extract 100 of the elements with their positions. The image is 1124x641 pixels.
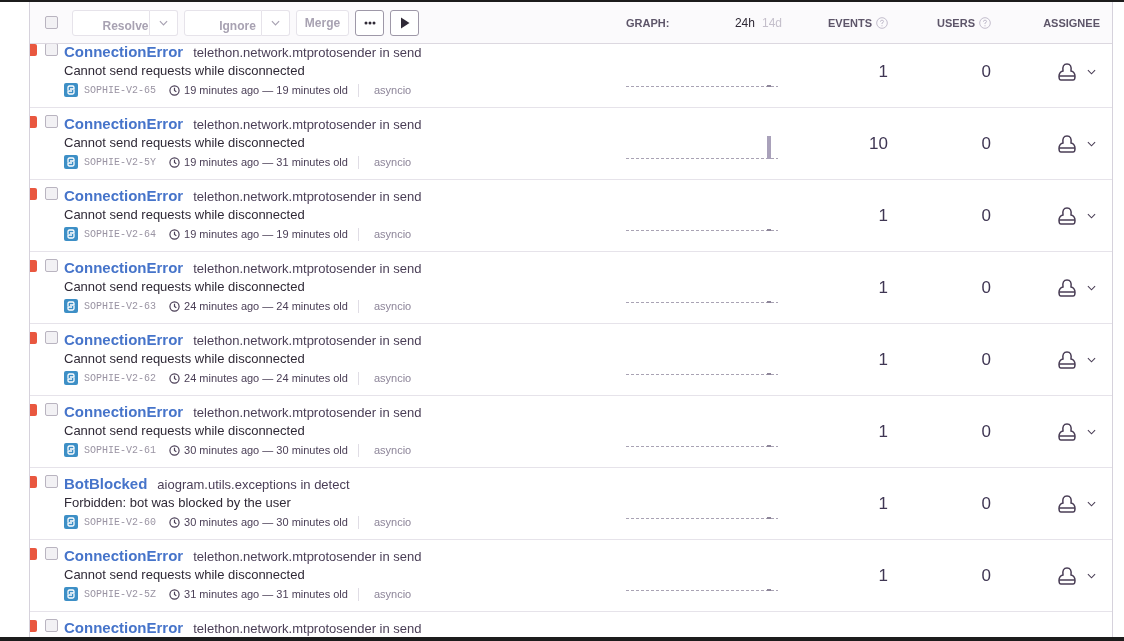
issue-tag: asyncio (373, 84, 412, 96)
row-checkbox[interactable] (45, 547, 58, 560)
column-header: EVENTS (828, 16, 872, 29)
issue-message: Forbidden: bot was blocked by the user (64, 495, 292, 510)
caret-icon (271, 19, 280, 26)
user-count: 0 (980, 205, 991, 226)
row-checkbox[interactable] (45, 187, 58, 200)
issue-time: 31 minutes ago — 31 minutes old (184, 588, 348, 600)
python-icon (64, 515, 78, 529)
issue-tag: asyncio (373, 156, 412, 168)
row-checkbox[interactable] (45, 115, 58, 128)
issue-time: 24 minutes ago — 24 minutes old (184, 300, 348, 312)
event-count: 1 (877, 277, 888, 298)
short-id: SOPHIE-V2-65 (84, 84, 156, 96)
row-checkbox[interactable] (45, 619, 58, 632)
issue-tag: asyncio (373, 444, 412, 456)
event-count: 10 (868, 133, 888, 154)
short-id: SOPHIE-V2-61 (84, 444, 156, 456)
issue-title[interactable]: ConnectionError (64, 259, 184, 276)
user-count: 0 (980, 133, 991, 154)
issue-culprit: telethon.network.mtprotosender in send (193, 261, 422, 276)
issue-culprit: telethon.network.mtprotosender in send (193, 45, 422, 60)
clock-icon (169, 228, 180, 240)
issue-title[interactable]: ConnectionError (64, 547, 184, 564)
event-count: 1 (877, 565, 888, 586)
ellipsis-icon (363, 20, 376, 25)
short-id: SOPHIE-V2-62 (84, 372, 156, 384)
clock-icon (169, 444, 180, 456)
period-tab[interactable]: 24h (734, 15, 755, 30)
issue-tag: asyncio (373, 516, 412, 528)
issue-title[interactable]: ConnectionError (64, 115, 184, 132)
issue-tag: asyncio (373, 300, 412, 312)
python-icon (64, 371, 78, 385)
user-count: 0 (980, 61, 991, 82)
issue-time: 19 minutes ago — 19 minutes old (184, 84, 348, 96)
user-icon (1057, 350, 1077, 369)
user-icon (1057, 134, 1077, 153)
issue-culprit: aiogram.utils.exceptions in detect (157, 477, 350, 492)
python-icon (64, 83, 78, 97)
issue-tag: asyncio (373, 588, 412, 600)
issue-title[interactable]: ConnectionError (64, 331, 184, 348)
caret-icon (1087, 500, 1096, 507)
python-icon (64, 227, 78, 241)
user-count: 0 (980, 421, 991, 442)
user-icon (1057, 62, 1077, 81)
issue-title[interactable]: BotBlocked (64, 475, 148, 492)
issue-message: Cannot send requests while disconnected (64, 567, 306, 582)
issue-time: 19 minutes ago — 19 minutes old (184, 228, 348, 240)
help-icon[interactable] (876, 16, 888, 29)
clock-icon (169, 84, 180, 96)
user-icon (1057, 206, 1077, 225)
clock-icon (169, 372, 180, 384)
python-icon (64, 155, 78, 169)
issue-message: Cannot send requests while disconnected (64, 135, 306, 150)
dropdown-button[interactable] (150, 9, 178, 36)
issue-title[interactable]: ConnectionError (64, 44, 184, 60)
issue-time: 30 minutes ago — 30 minutes old (184, 516, 348, 528)
play-button[interactable] (390, 9, 419, 36)
caret-icon (1087, 356, 1096, 363)
python-icon (64, 443, 78, 457)
clock-icon (169, 300, 180, 312)
event-count: 1 (877, 61, 888, 82)
event-count: 1 (877, 493, 888, 514)
event-count: 1 (877, 205, 888, 226)
issue-title[interactable]: ConnectionError (64, 187, 184, 204)
row-checkbox[interactable] (45, 331, 58, 344)
dropdown-button[interactable] (262, 9, 290, 36)
column-header: USERS (937, 16, 975, 29)
issue-culprit: telethon.network.mtprotosender in send (193, 405, 422, 420)
clock-icon (169, 516, 180, 528)
issue-title[interactable]: ConnectionError (64, 619, 184, 636)
user-icon (1057, 494, 1077, 513)
caret-icon (1087, 140, 1096, 147)
caret-icon (159, 19, 168, 26)
python-icon (64, 299, 78, 313)
issue-message: Cannot send requests while disconnected (64, 351, 306, 366)
row-checkbox[interactable] (45, 44, 58, 56)
user-count: 0 (980, 277, 991, 298)
issue-title[interactable]: ConnectionError (64, 403, 184, 420)
issue-culprit: telethon.network.mtprotosender in send (193, 189, 422, 204)
column-header: ASSIGNEE (1043, 16, 1100, 29)
issue-message: Cannot send requests while disconnected (64, 279, 306, 294)
more-button[interactable] (355, 9, 384, 36)
caret-icon (1087, 428, 1096, 435)
issue-tag: asyncio (373, 228, 412, 240)
user-icon (1057, 278, 1077, 297)
issue-message: Cannot send requests while disconnected (64, 207, 306, 222)
short-id: SOPHIE-V2-64 (84, 228, 156, 240)
issue-message: Cannot send requests while disconnected (64, 63, 306, 78)
select-all-checkbox[interactable] (45, 16, 58, 29)
row-checkbox[interactable] (45, 259, 58, 272)
user-icon (1057, 566, 1077, 585)
help-icon[interactable] (979, 16, 991, 29)
caret-icon (1087, 284, 1096, 291)
event-count: 1 (877, 349, 888, 370)
row-checkbox[interactable] (45, 403, 58, 416)
issue-culprit: telethon.network.mtprotosender in send (193, 549, 422, 564)
short-id: SOPHIE-V2-5Y (84, 156, 156, 168)
user-icon (1057, 422, 1077, 441)
row-checkbox[interactable] (45, 475, 58, 488)
